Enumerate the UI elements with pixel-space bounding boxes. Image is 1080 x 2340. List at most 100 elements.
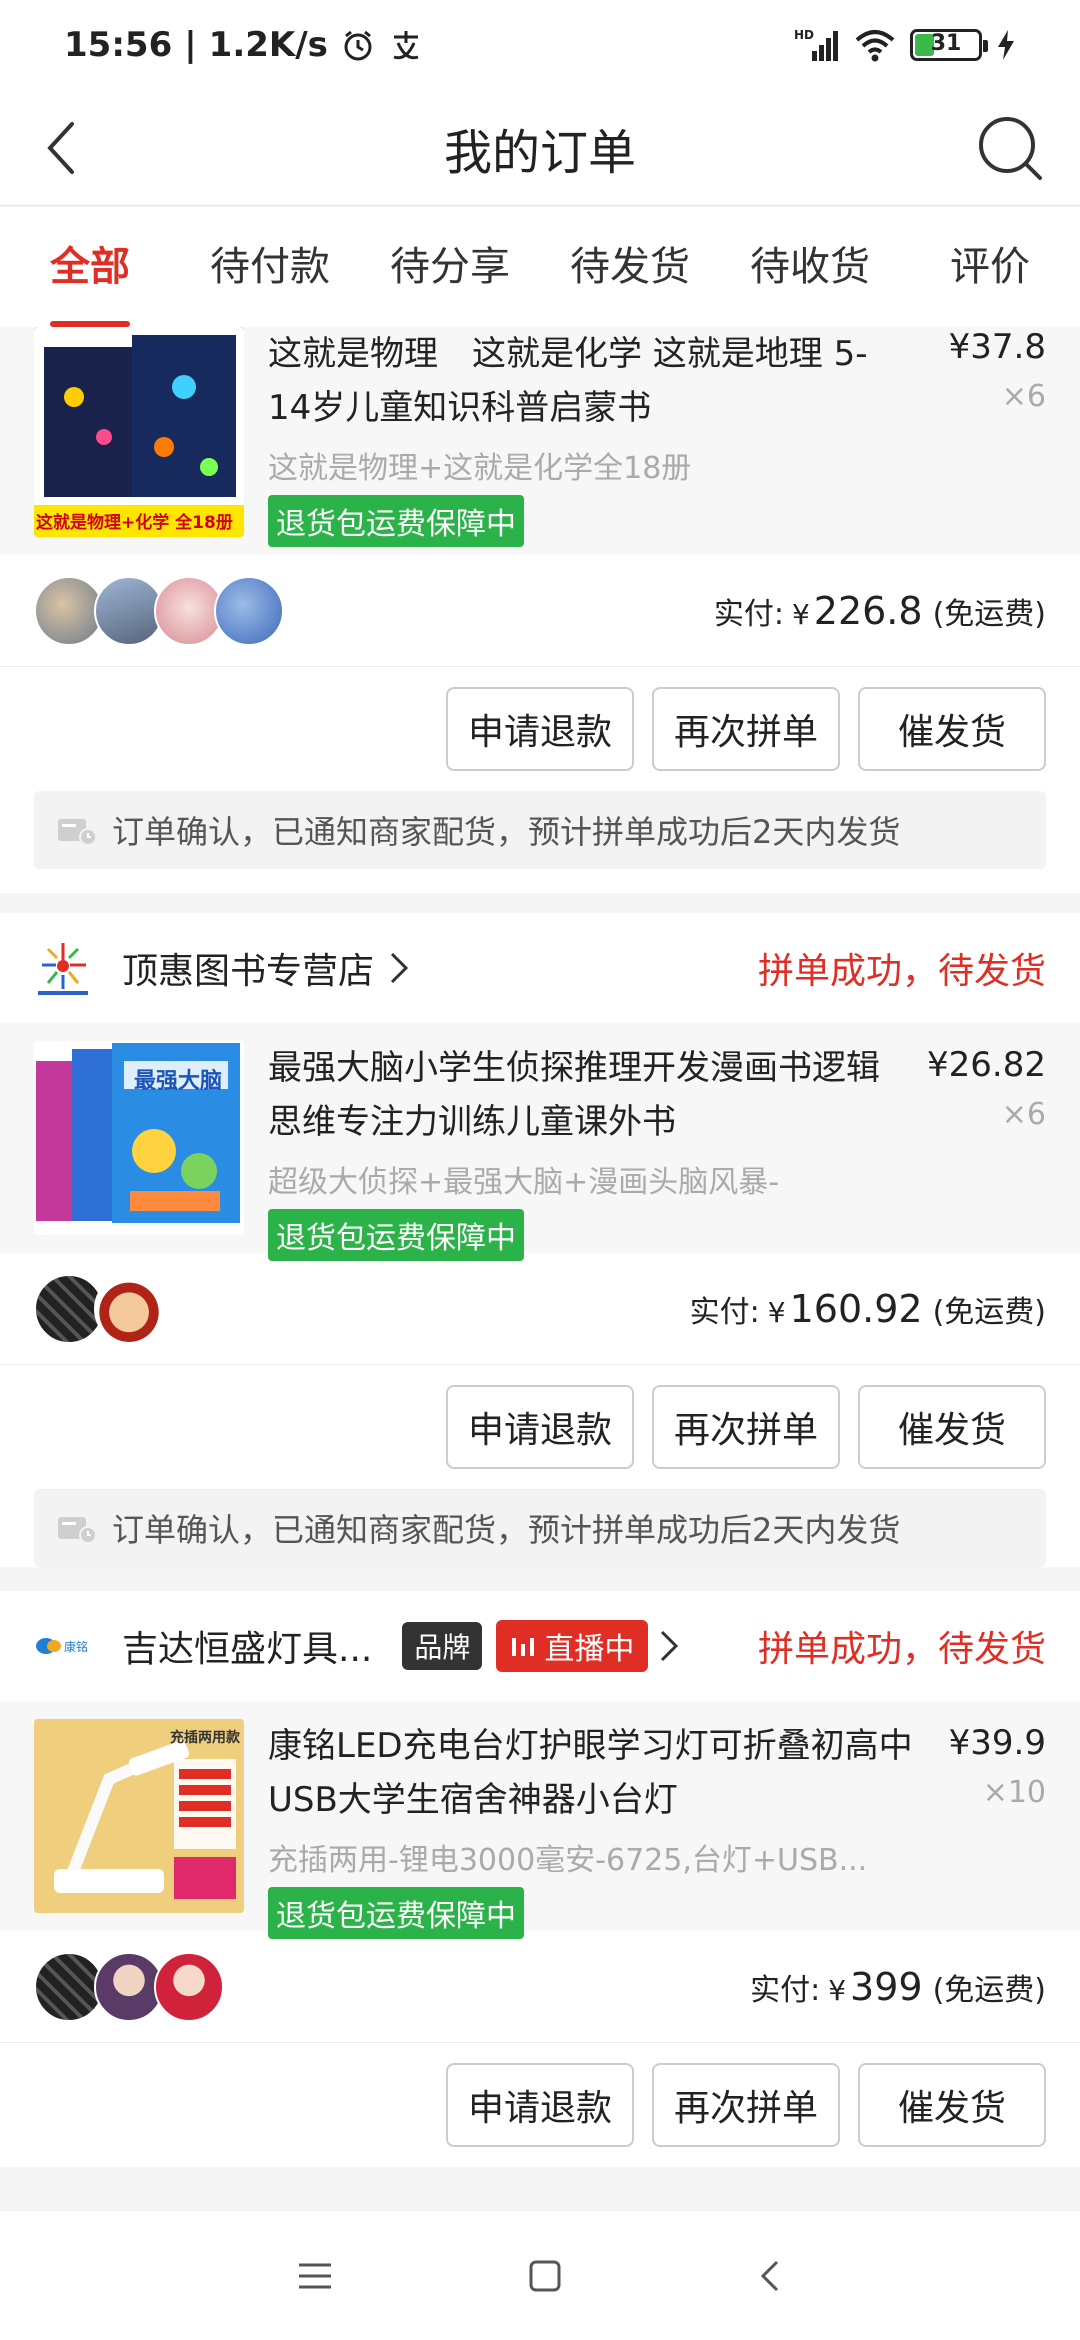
shop-logo-icon: 康铭 (34, 1617, 92, 1675)
delivery-truck-icon (58, 819, 97, 846)
order-card: 康铭 吉达恒盛灯具... 品牌 直播中 拼单成功，待发货 充插两用款 康铭LED… (0, 1591, 1080, 2167)
group-avatars (34, 1951, 224, 2022)
unit-price: ¥39.9 (948, 1723, 1046, 1763)
card-bottom-spacer (0, 869, 1080, 893)
refund-button[interactable]: 申请退款 (446, 1385, 634, 1469)
order-status: 拼单成功，待发货 (757, 951, 1046, 992)
status-right: HD 31 (794, 27, 1016, 63)
urge-shipment-button[interactable]: 催发货 (858, 687, 1046, 771)
reorder-button[interactable]: 再次拼单 (652, 2063, 840, 2147)
order-actions: 申请退款 再次拼单 催发货 (0, 1365, 1080, 1489)
home-icon[interactable] (525, 2256, 565, 2296)
product-info: 这就是物理 这就是化学 这就是地理 5-14岁儿童知识科普启蒙书 这就是物理+这… (268, 327, 1046, 547)
refund-button[interactable]: 申请退款 (446, 687, 634, 771)
tab-pending-share[interactable]: 待分享 (360, 207, 540, 327)
product-title: 这就是物理 这就是化学 这就是地理 5-14岁儿童知识科普启蒙书 (268, 334, 868, 428)
product-spec: 这就是物理+这就是化学全18册 (268, 451, 692, 486)
logo-text: 康铭 (64, 1639, 88, 1654)
order-notice[interactable]: 订单确认，已通知商家配货，预计拼单成功后2天内发货 (34, 1489, 1046, 1567)
shop-name[interactable]: 顶惠图书专营店 (122, 942, 374, 994)
product-thumbnail[interactable]: 最强大脑 (34, 1041, 244, 1235)
back-nav-icon[interactable] (755, 2256, 785, 2296)
shipping-note: (免运费) (932, 1972, 1046, 2008)
product-thumbnail[interactable]: 充插两用款 (34, 1719, 244, 1913)
menu-icon[interactable] (295, 2259, 335, 2293)
product-info: 康铭LED充电台灯护眼学习灯可折叠初高中USB大学生宿舍神器小台灯 充插两用-锂… (268, 1719, 1046, 1939)
product-title: 康铭LED充电台灯护眼学习灯可折叠初高中USB大学生宿舍神器小台灯 (268, 1726, 913, 1820)
shop-header[interactable]: 顶惠图书专营店 拼单成功，待发货 (0, 913, 1080, 1023)
shipping-note: (免运费) (932, 1294, 1046, 1330)
shop-name[interactable]: 吉达恒盛灯具... (122, 1620, 372, 1672)
system-nav-bar (0, 2210, 1080, 2340)
status-left: 15:56 | 1.2K/s (64, 25, 424, 65)
search-icon[interactable] (974, 112, 1046, 184)
book-cover-image (34, 327, 244, 537)
paid-value: 226.8 (813, 588, 923, 633)
quantity: ×6 (1001, 1097, 1046, 1132)
order-status: 拼单成功，待发货 (757, 1629, 1046, 1670)
avatar (154, 1951, 224, 2022)
page-title: 我的订单 (443, 124, 636, 181)
thumbnail-caption: 充插两用款 (170, 1730, 240, 1746)
paid-amount: 实付: ¥ 399 (免运费) (750, 1965, 1046, 2009)
order-actions: 申请退款 再次拼单 催发货 (0, 2043, 1080, 2167)
desk-lamp-image (34, 1719, 244, 1913)
urge-shipment-button[interactable]: 催发货 (858, 2063, 1046, 2147)
status-time: 15:56 (64, 25, 173, 65)
product-row[interactable]: 这就是物理+化学 全18册 这就是物理 这就是化学 这就是地理 5-14岁儿童知… (0, 327, 1080, 555)
tab-review[interactable]: 评价 (900, 207, 1080, 327)
paid-amount: 实付: ¥ 226.8 (免运费) (714, 589, 1046, 633)
back-icon[interactable] (36, 118, 96, 178)
product-spec: 超级大侦探+最强大脑+漫画头脑风暴- (268, 1165, 780, 1200)
status-bar: 15:56 | 1.2K/s HD 31 (0, 0, 1080, 90)
paid-label: 实付: (689, 1294, 760, 1330)
price-block: ¥37.8 ×6 (949, 327, 1046, 414)
price-block: ¥39.9 ×10 (949, 1723, 1046, 1810)
group-avatars (34, 575, 284, 646)
currency-symbol: ¥ (791, 597, 810, 631)
paid-value: 160.92 (789, 1286, 923, 1331)
alarm-icon (344, 30, 372, 61)
brand-logo-icon: 康铭 (36, 1638, 88, 1654)
product-thumbnail[interactable]: 这就是物理+化学 全18册 (34, 327, 244, 537)
unit-price: ¥26.82 (927, 1045, 1046, 1085)
payment-row: 实付: ¥ 226.8 (免运费) (0, 555, 1080, 667)
status-speed: 1.2K/s (208, 25, 328, 65)
reorder-button[interactable]: 再次拼单 (652, 1385, 840, 1469)
currency-symbol: ¥ (767, 1295, 786, 1329)
thumbnail-caption: 最强大脑 (134, 1069, 223, 1094)
shop-header[interactable]: 康铭 吉达恒盛灯具... 品牌 直播中 拼单成功，待发货 (0, 1591, 1080, 1701)
tab-all[interactable]: 全部 (0, 207, 180, 327)
order-card: 顶惠图书专营店 拼单成功，待发货 最强大脑 最强大脑小学生侦探推理开发漫画书逻辑… (0, 913, 1080, 1567)
tab-pending-payment[interactable]: 待付款 (180, 207, 360, 327)
reorder-button[interactable]: 再次拼单 (652, 687, 840, 771)
urge-shipment-button[interactable]: 催发货 (858, 1385, 1046, 1469)
shop-logo-icon (38, 943, 88, 995)
battery-level: 31 (930, 31, 962, 56)
order-notice[interactable]: 订单确认，已通知商家配货，预计拼单成功后2天内发货 (34, 791, 1046, 869)
tab-pending-shipment[interactable]: 待发货 (540, 207, 720, 327)
order-list[interactable]: 这就是物理+化学 全18册 这就是物理 这就是化学 这就是地理 5-14岁儿童知… (0, 327, 1080, 2207)
product-spec: 充插两用-锂电3000毫安-6725,台灯+USB... (268, 1843, 868, 1878)
currency-symbol: ¥ (828, 1973, 847, 2007)
live-bars-icon (512, 1638, 535, 1656)
svg-text:HD: HD (794, 28, 814, 42)
thumbnail-caption: 这就是物理+化学 全18册 (36, 513, 233, 533)
order-card: 这就是物理+化学 全18册 这就是物理 这就是化学 这就是地理 5-14岁儿童知… (0, 327, 1080, 893)
avatar (94, 1273, 164, 1344)
paid-label: 实付: (750, 1972, 821, 2008)
order-tabs: 全部 待付款 待分享 待发货 待收货 评价 (0, 207, 1080, 327)
live-tag[interactable]: 直播中 (496, 1620, 649, 1672)
guarantee-badge: 退货包运费保障中 (268, 1209, 524, 1261)
avatar (214, 575, 284, 646)
tab-pending-receipt[interactable]: 待收货 (720, 207, 900, 327)
nav-bar: 我的订单 (0, 90, 1080, 206)
product-row[interactable]: 最强大脑 最强大脑小学生侦探推理开发漫画书逻辑思维专注力训练儿童课外书 超级大侦… (0, 1023, 1080, 1261)
payment-row: 实付: ¥ 399 (免运费) (0, 1931, 1080, 2043)
payment-row: 实付: ¥ 160.92 (免运费) (0, 1253, 1080, 1365)
product-row[interactable]: 充插两用款 康铭LED充电台灯护眼学习灯可折叠初高中USB大学生宿舍神器小台灯 … (0, 1701, 1080, 1939)
wifi-icon (855, 30, 895, 62)
refund-button[interactable]: 申请退款 (446, 2063, 634, 2147)
paid-amount: 实付: ¥ 160.92 (免运费) (690, 1287, 1046, 1331)
guarantee-badge: 退货包运费保障中 (268, 495, 524, 547)
